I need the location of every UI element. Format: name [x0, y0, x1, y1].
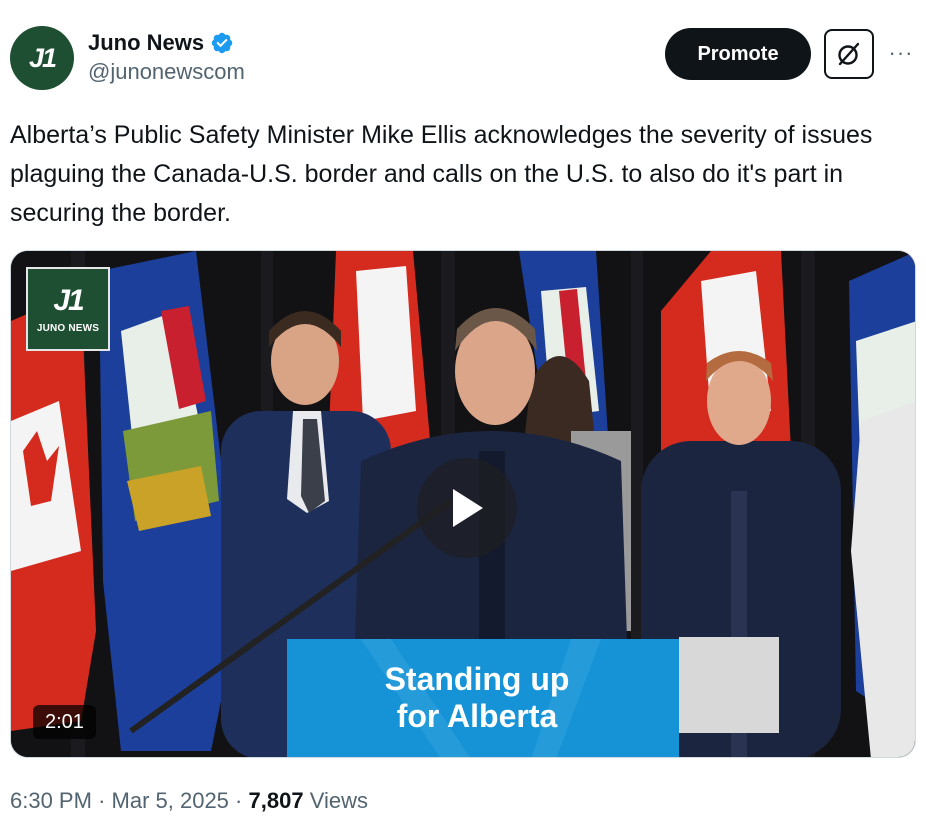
video-duration-badge: 2:01	[33, 705, 96, 739]
grok-glyph-icon	[838, 42, 860, 66]
tweet-date[interactable]: Mar 5, 2025	[112, 788, 229, 813]
meta-separator: ·	[98, 788, 106, 813]
author-names: Juno News @junonewscom	[88, 30, 245, 86]
views-label: Views	[309, 788, 368, 813]
podium-sign-line2: for Alberta	[396, 698, 558, 734]
juno-news-watermark: J1 JUNO NEWS	[26, 267, 110, 351]
grok-icon[interactable]	[824, 29, 874, 79]
views-count: 7,807	[248, 788, 304, 813]
more-icon[interactable]: ···	[886, 38, 916, 68]
video-player[interactable]: J1 JUNO NEWS Standing up for Alberta 2:0…	[10, 250, 916, 758]
display-name-text: Juno News	[88, 30, 205, 55]
watermark-logo-text: J1	[53, 283, 84, 317]
tweet-time[interactable]: 6:30 PM	[10, 788, 92, 813]
author-avatar[interactable]: J1	[10, 26, 74, 90]
podium-sign-line1: Standing up	[384, 661, 570, 697]
tweet-text: Alberta’s Public Safety Minister Mike El…	[10, 121, 873, 227]
podium-sign: Standing up for Alberta	[287, 661, 667, 735]
tweet-header: J1 Juno News @junonewscom Promote ···	[10, 26, 916, 92]
author-handle[interactable]: @junonewscom	[88, 58, 245, 86]
tweet-metadata: 6:30 PM · Mar 5, 2025 · 7,807 Views	[10, 786, 368, 816]
play-button[interactable]	[417, 458, 517, 558]
watermark-caption: JUNO NEWS	[36, 322, 100, 334]
meta-separator: ·	[235, 788, 243, 813]
avatar-logo-text: J1	[28, 42, 57, 73]
verified-badge-icon	[211, 32, 233, 54]
play-icon	[453, 489, 483, 527]
promote-button[interactable]: Promote	[665, 28, 811, 80]
author-display-name[interactable]: Juno News	[88, 30, 245, 56]
